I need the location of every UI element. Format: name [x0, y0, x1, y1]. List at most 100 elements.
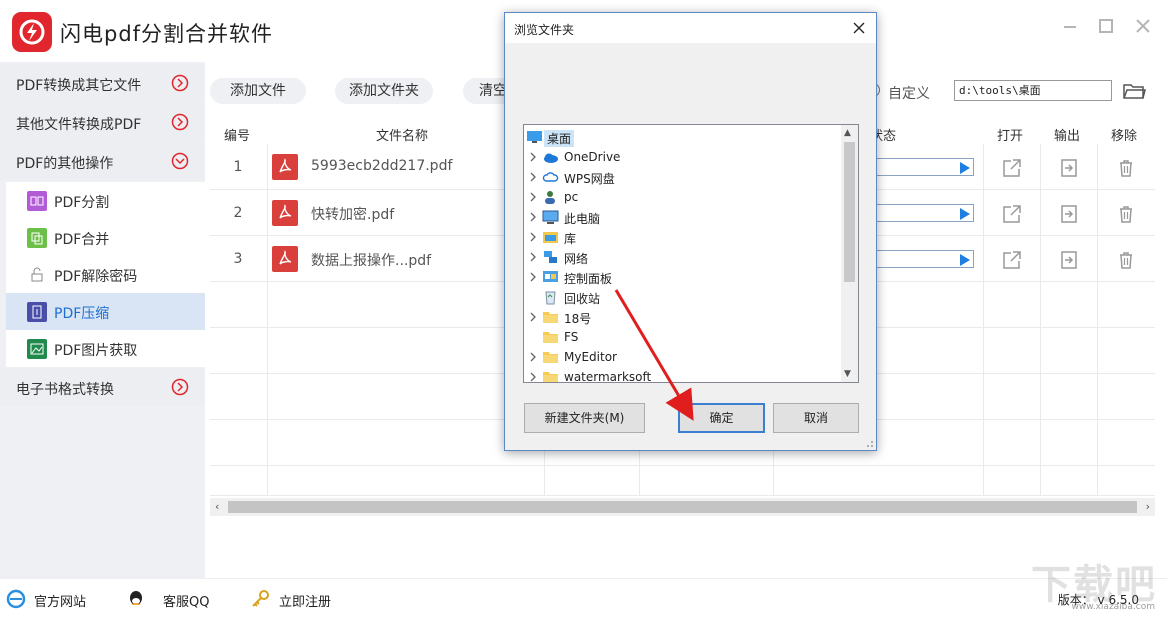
sidebar-item-pdf-split[interactable]: PDF分割 [6, 182, 205, 219]
tree-item-label: 网络 [564, 252, 589, 266]
add-folder-button[interactable]: 添加文件夹 [335, 78, 433, 104]
tree-item[interactable]: 控制面板 [524, 267, 842, 287]
tree-item[interactable]: 桌面 [524, 127, 842, 147]
scroll-down-icon[interactable]: ▼ [844, 369, 851, 379]
tree-item[interactable]: 网络 [524, 247, 842, 267]
trash-icon[interactable] [1115, 249, 1137, 271]
chevron-right-icon[interactable] [528, 171, 538, 183]
ok-button[interactable]: 确定 [678, 403, 765, 433]
tree-item[interactable]: 库 [524, 227, 842, 247]
dialog-close-icon[interactable] [850, 19, 868, 37]
tree-item-label: FS [564, 330, 579, 344]
user-icon [542, 189, 559, 205]
tree-item[interactable]: 此电脑 [524, 207, 842, 227]
folder-tree[interactable]: 桌面 OneDrive WPS网盘 pc 此电脑库网络 控制面板回收站 18号 FS MyEdi… [523, 124, 859, 383]
scroll-right-icon[interactable]: › [1146, 500, 1150, 513]
trash-icon[interactable] [1115, 157, 1137, 179]
header-remove: 移除 [1111, 129, 1138, 144]
sidebar: PDF转换成其它文件 其他文件转换成PDF PDF的其他操作 PDF分割 PDF… [0, 62, 205, 578]
open-file-icon[interactable] [1001, 203, 1023, 225]
tree-item[interactable]: MyEditor [524, 347, 842, 367]
dialog-titlebar: 浏览文件夹 [505, 13, 876, 43]
column-divider [1040, 144, 1041, 496]
trash-icon[interactable] [1115, 203, 1137, 225]
sidebar-category-ebook-convert[interactable]: 电子书格式转换 [0, 368, 205, 406]
play-icon[interactable] [960, 162, 970, 174]
tree-item-label: 此电脑 [564, 212, 601, 226]
open-file-icon[interactable] [1001, 157, 1023, 179]
tree-item[interactable]: 18号 [524, 307, 842, 327]
chevron-right-icon[interactable] [528, 251, 538, 263]
network-icon [542, 249, 559, 265]
scroll-left-icon[interactable]: ‹ [215, 500, 219, 513]
scroll-up-icon[interactable]: ▲ [844, 128, 851, 138]
register-link[interactable]: 立即注册 [279, 591, 331, 610]
file-name: 数据上报操作...pdf [311, 253, 432, 269]
tree-item-label: 回收站 [564, 292, 601, 306]
tree-vertical-scrollbar[interactable]: ▲ ▼ [841, 125, 858, 382]
play-icon[interactable] [960, 208, 970, 220]
minimize-button[interactable] [1058, 14, 1082, 38]
library-icon [542, 229, 559, 245]
progress-bar [874, 158, 974, 176]
sidebar-item-pdf-merge[interactable]: PDF合并 [6, 219, 205, 256]
sidebar-category-other-to-pdf[interactable]: 其他文件转换成PDF [0, 103, 205, 141]
pdf-file-icon [272, 154, 298, 180]
output-path-input[interactable]: d:\tools\桌面 [954, 80, 1112, 101]
resize-grip-icon[interactable] [864, 438, 874, 448]
tree-item[interactable]: pc [524, 187, 842, 207]
tree-item[interactable]: FS [524, 327, 842, 347]
image-extract-icon [27, 339, 47, 359]
chevron-right-icon[interactable] [528, 231, 538, 243]
open-file-icon[interactable] [1001, 249, 1023, 271]
support-qq-link[interactable]: 客服QQ [163, 591, 209, 610]
sidebar-category-pdf-other-ops[interactable]: PDF的其他操作 [0, 142, 205, 180]
chevron-right-icon[interactable] [528, 371, 538, 382]
sidebar-item-pdf-unlock[interactable]: PDF解除密码 [6, 256, 205, 293]
chevron-right-icon[interactable] [528, 311, 538, 323]
expand-circle-icon [171, 74, 189, 92]
sidebar-item-pdf-image-extract[interactable]: PDF图片获取 [6, 330, 205, 367]
tree-item-label: watermarksoft [564, 370, 652, 383]
play-icon[interactable] [960, 254, 970, 266]
horizontal-scrollbar[interactable]: ‹ › [210, 498, 1155, 516]
chevron-right-icon[interactable] [528, 351, 538, 363]
scrollbar-thumb[interactable] [228, 501, 1137, 513]
chevron-right-icon[interactable] [528, 191, 538, 203]
tree-item-label: pc [564, 190, 579, 204]
progress-bar [874, 204, 974, 222]
output-file-icon[interactable] [1058, 157, 1080, 179]
scrollbar-thumb[interactable] [844, 142, 855, 282]
computer-icon [542, 209, 559, 225]
sidebar-category-label: PDF的其他操作 [16, 156, 114, 172]
chevron-right-icon[interactable] [528, 211, 538, 223]
new-folder-button[interactable]: 新建文件夹(M) [524, 403, 645, 433]
browse-folder-dialog: 浏览文件夹 桌面 OneDrive WPS网盘 pc 此电脑库网络 控制面板回收站 18号 F… [504, 12, 877, 451]
chevron-right-icon[interactable] [528, 151, 538, 163]
official-website-link[interactable]: 官方网站 [34, 591, 86, 610]
header-open: 打开 [997, 129, 1024, 144]
sidebar-item-label: PDF压缩 [54, 306, 110, 322]
cancel-button[interactable]: 取消 [773, 403, 859, 433]
sidebar-category-label: PDF转换成其它文件 [16, 78, 142, 94]
tree-item[interactable]: watermarksoft [524, 367, 842, 383]
tree-item[interactable]: OneDrive [524, 147, 842, 167]
key-icon [252, 590, 269, 607]
dialog-title: 浏览文件夹 [514, 23, 575, 37]
sidebar-category-pdf-to-other[interactable]: PDF转换成其它文件 [0, 64, 205, 102]
maximize-button[interactable] [1094, 14, 1118, 38]
control-panel-icon [542, 269, 559, 285]
folder-icon [542, 349, 559, 365]
close-button[interactable] [1131, 14, 1155, 38]
progress-bar [874, 250, 974, 268]
add-file-button[interactable]: 添加文件 [210, 78, 306, 104]
chevron-right-icon[interactable] [528, 271, 538, 283]
column-divider [1097, 144, 1098, 496]
sidebar-item-pdf-compress[interactable]: PDF压缩 [6, 293, 205, 330]
output-file-icon[interactable] [1058, 203, 1080, 225]
browse-folder-icon[interactable] [1122, 80, 1146, 102]
tree-item[interactable]: 回收站 [524, 287, 842, 307]
tree-item[interactable]: WPS网盘 [524, 167, 842, 187]
output-file-icon[interactable] [1058, 249, 1080, 271]
recycle-bin-icon [542, 289, 559, 305]
